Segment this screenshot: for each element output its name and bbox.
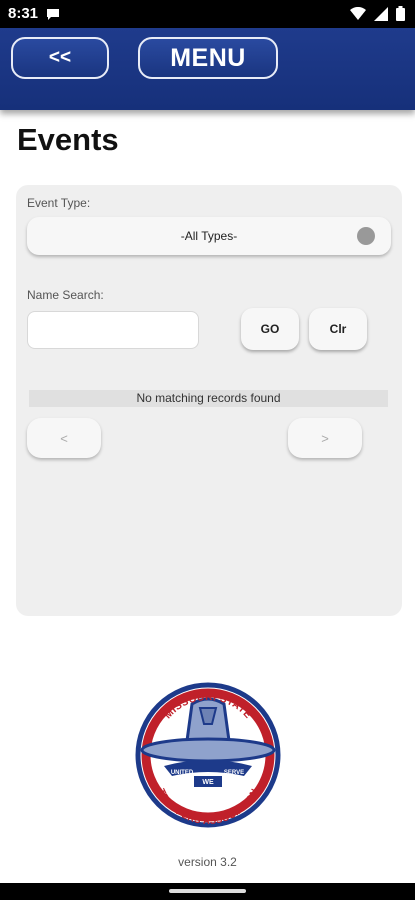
- status-bar: 8:31: [0, 0, 415, 28]
- event-type-label: Event Type:: [27, 196, 91, 210]
- next-page-button[interactable]: >: [288, 418, 362, 458]
- events-filter-panel: Event Type: -All Types- Name Search: GO …: [16, 185, 402, 616]
- wifi-icon: [350, 7, 366, 20]
- clear-button[interactable]: Clr: [309, 308, 367, 350]
- logo-band-right-text: SERVE: [224, 770, 244, 776]
- name-search-input[interactable]: [27, 311, 199, 349]
- system-nav-bar: [0, 883, 415, 900]
- dropdown-indicator-icon: [357, 227, 375, 245]
- signal-icon: [374, 6, 388, 21]
- status-time: 8:31: [8, 5, 39, 22]
- previous-page-button[interactable]: <: [27, 418, 101, 458]
- event-type-select[interactable]: -All Types-: [27, 217, 391, 255]
- troopers-association-logo: MISSOURI STATE TROOPERS ASSOCIATION UNIT…: [134, 678, 282, 832]
- page-title: Events: [17, 122, 119, 157]
- home-gesture-handle[interactable]: [169, 889, 246, 893]
- logo-band-left-text: UNITED: [171, 770, 194, 776]
- app-version: version 3.2: [178, 855, 237, 869]
- status-icons: [350, 6, 405, 21]
- event-type-value: -All Types-: [180, 229, 238, 243]
- back-button[interactable]: <<: [11, 37, 109, 79]
- name-search-label: Name Search:: [27, 288, 104, 302]
- message-notification-icon: [46, 7, 60, 25]
- app-header: << MENU: [0, 28, 415, 110]
- no-records-message: No matching records found: [29, 390, 388, 407]
- menu-button[interactable]: MENU: [138, 37, 278, 79]
- battery-icon: [396, 6, 405, 21]
- go-button[interactable]: GO: [241, 308, 299, 350]
- logo-band-center-text: WE: [202, 779, 214, 786]
